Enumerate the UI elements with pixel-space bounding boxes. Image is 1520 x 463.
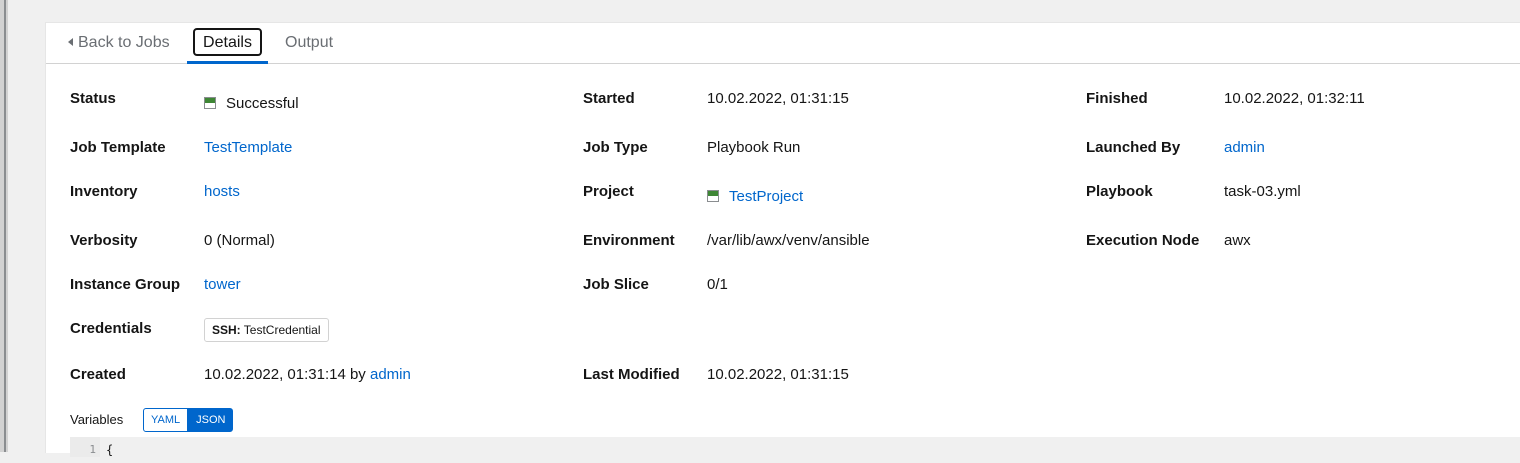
tab-bar: Back to Jobs Details Output [46,23,1520,64]
credential-type: SSH: [212,323,241,337]
variables-label: Variables [70,412,124,427]
started-value: 10.02.2022, 01:31:15 [707,90,849,107]
status-label: Status [70,90,116,107]
status-text: Successful [226,95,299,112]
last-modified-value: 10.02.2022, 01:31:15 [707,366,849,383]
tab-output-label: Output [285,34,334,51]
execution-node-label: Execution Node [1086,232,1200,249]
last-modified-label: Last Modified [583,366,680,383]
playbook-label: Playbook [1086,183,1153,200]
execution-node-value: awx [1224,232,1251,249]
instance-group-link[interactable]: tower [204,275,241,295]
instance-group-label: Instance Group [70,276,181,293]
tab-details[interactable]: Details [187,23,268,64]
created-by-text: by [349,366,366,383]
job-template-label: Job Template [70,139,166,156]
variables-editor[interactable]: 1 { [70,437,1520,457]
active-tab-indicator [187,61,268,64]
playbook-value: task-03.yml [1224,183,1301,200]
job-details-card: Back to Jobs Details Output Status Succe… [45,22,1520,457]
environment-label: Environment [583,232,675,249]
job-template-link[interactable]: TestTemplate [204,138,292,158]
project-status-icon [707,190,719,202]
tab-back-to-jobs[interactable]: Back to Jobs [68,23,170,63]
created-by-link[interactable]: admin [370,366,411,383]
tab-details-label: Details [203,34,252,51]
inventory-link[interactable]: hosts [204,182,240,202]
credential-name: TestCredential [243,323,321,337]
created-date: 10.02.2022, 01:31:14 [204,366,346,383]
json-toggle-button[interactable]: JSON [188,408,234,432]
verbosity-value: 0 (Normal) [204,232,275,249]
caret-left-icon [68,38,73,46]
success-status-icon [204,97,216,109]
job-type-value: Playbook Run [707,139,801,156]
job-slice-label: Job Slice [583,276,649,293]
finished-label: Finished [1086,90,1148,107]
started-label: Started [583,90,635,107]
yaml-toggle-button[interactable]: YAML [143,408,189,432]
tab-back-label: Back to Jobs [78,34,170,51]
inventory-label: Inventory [70,183,138,200]
verbosity-label: Verbosity [70,232,138,249]
left-scroll-edge [0,0,8,452]
created-label: Created [70,366,126,383]
code-line: { [106,443,114,457]
job-type-label: Job Type [583,139,648,156]
finished-value: 10.02.2022, 01:32:11 [1224,90,1365,107]
credential-chip[interactable]: SSH: TestCredential [204,318,329,342]
status-value: Successful [204,94,299,114]
launched-by-link[interactable]: admin [1224,138,1265,158]
launched-by-label: Launched By [1086,139,1181,156]
project-label: Project [583,183,634,200]
project-value: TestProject [707,187,803,207]
line-number: 1 [70,437,100,457]
credentials-label: Credentials [70,320,152,337]
created-value: 10.02.2022, 01:31:14 by admin [204,365,411,385]
project-link[interactable]: TestProject [729,188,803,205]
variables-format-toggle: YAML JSON [143,408,234,432]
job-slice-value: 0/1 [707,276,728,293]
environment-value: /var/lib/awx/venv/ansible [707,232,870,249]
tab-output[interactable]: Output [285,23,333,63]
